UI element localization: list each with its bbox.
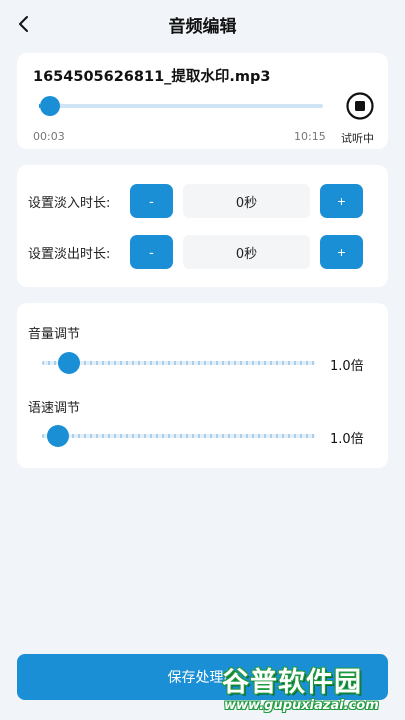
audio-player-card: 1654505626811_提取水印.mp3 00:03 10:15 试听中 [17,53,388,149]
header-bar: 音频编辑 [0,0,405,48]
audio-filename: 1654505626811_提取水印.mp3 [33,69,271,85]
fade-settings-card: 设置淡入时长: - 0秒 + 设置淡出时长: - 0秒 + [17,165,388,287]
adjust-settings-card: 音量调节 1.0倍 语速调节 1.0倍 [17,303,388,468]
current-time: 00:03 [33,130,65,143]
fade-in-label: 设置淡入时长: [28,196,111,211]
fade-in-row: 设置淡入时长: - 0秒 + [17,184,388,218]
fade-out-row: 设置淡出时长: - 0秒 + [17,235,388,269]
fade-in-increase-button[interactable]: + [320,184,363,218]
playback-progress-thumb[interactable] [40,96,61,116]
volume-value: 1.0倍 [330,359,364,374]
volume-slider-track [42,361,315,365]
volume-label: 音量调节 [28,327,81,342]
playback-status: 试听中 [341,132,374,145]
speed-slider-thumb[interactable] [47,425,70,447]
site-watermark: 谷普软件园 www.gupuxiazai.com [222,660,405,720]
chevron-left-icon[interactable] [14,14,34,34]
stop-circle-icon[interactable] [345,91,375,121]
fade-in-value: 0秒 [183,184,310,218]
page-title: 音频编辑 [168,16,237,37]
speed-slider-track [42,434,315,438]
watermark-text: 谷普软件园 [222,667,362,698]
playback-progress-bar[interactable] [39,96,323,116]
volume-slider[interactable] [42,352,315,374]
watermark-url: www.gupuxiazai.com [224,698,379,713]
volume-slider-thumb[interactable] [58,352,81,374]
speed-value: 1.0倍 [330,432,364,447]
speed-slider[interactable] [42,425,315,447]
fade-in-decrease-button[interactable]: - [130,184,173,218]
total-time: 10:15 [294,130,326,143]
fade-out-value: 0秒 [183,235,310,269]
fade-out-increase-button[interactable]: + [320,235,363,269]
speed-label: 语速调节 [28,401,81,416]
fade-out-decrease-button[interactable]: - [130,235,173,269]
fade-out-label: 设置淡出时长: [28,247,111,262]
